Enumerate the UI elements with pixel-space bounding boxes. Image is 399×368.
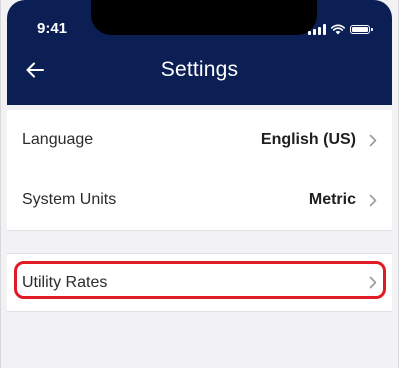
- system-units-label: System Units: [22, 191, 117, 208]
- chevron-right-icon: [368, 275, 378, 291]
- utility-rates-label: Utility Rates: [22, 273, 108, 291]
- device-notch: [91, 0, 317, 35]
- settings-group-general: Language English (US) System Units Metri…: [7, 110, 392, 231]
- language-label: Language: [22, 131, 94, 148]
- language-row[interactable]: Language English (US): [7, 110, 392, 170]
- utility-rates-row[interactable]: Utility Rates: [7, 254, 392, 311]
- status-time: 9:41: [37, 20, 68, 37]
- signal-icon: [308, 24, 326, 35]
- settings-group-utility: Utility Rates: [7, 253, 392, 312]
- app-header: 9:41 Settings: [7, 0, 392, 105]
- battery-icon: [350, 25, 373, 34]
- chevron-right-icon: [368, 192, 378, 208]
- phone-screen: 9:41 Settings Language English (US) Syst…: [0, 0, 399, 368]
- system-units-value: Metric: [308, 191, 356, 208]
- wifi-icon: [331, 24, 345, 35]
- page-title: Settings: [160, 58, 239, 81]
- chevron-right-icon: [368, 132, 378, 148]
- language-value: English (US): [260, 131, 356, 148]
- status-icons: [308, 23, 373, 35]
- system-units-row[interactable]: System Units Metric: [7, 170, 392, 230]
